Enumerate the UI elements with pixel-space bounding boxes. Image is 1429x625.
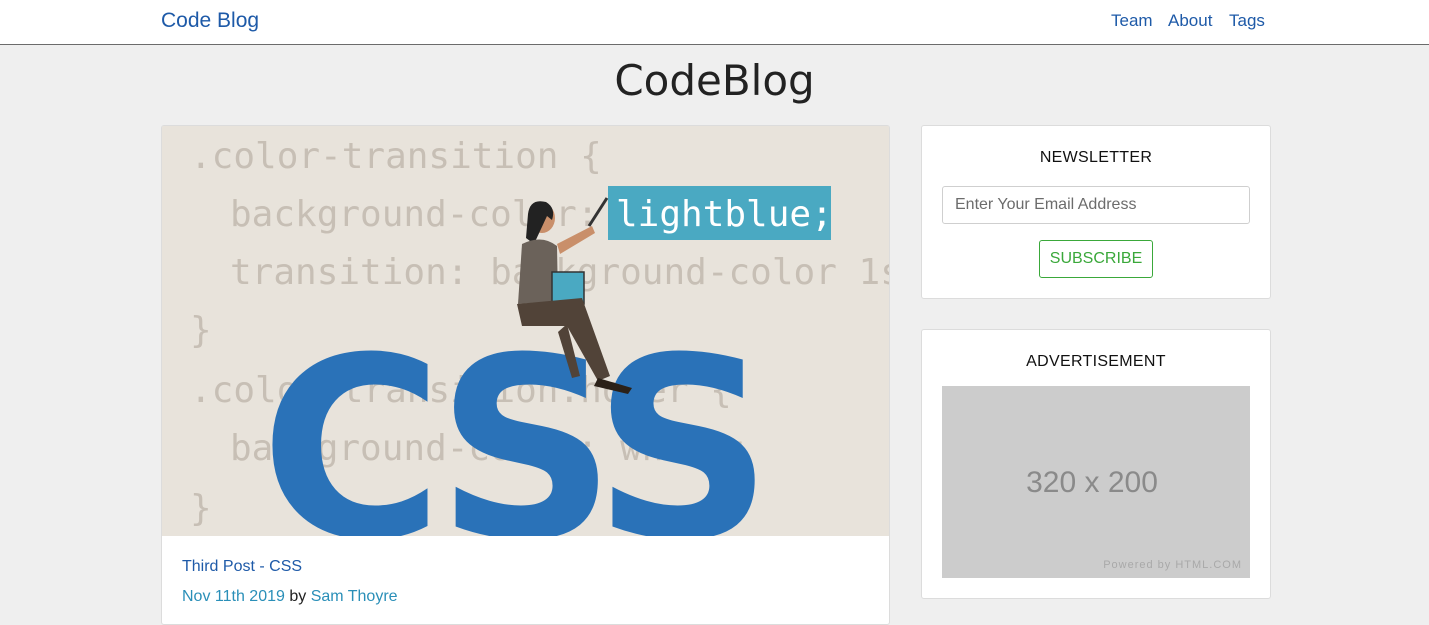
top-navbar: Code Blog Team About Tags: [0, 0, 1429, 45]
nav-link-team[interactable]: Team: [1111, 11, 1153, 31]
post-date-link[interactable]: Nov 11th 2019: [182, 588, 285, 605]
newsletter-heading: NEWSLETTER: [1039, 149, 1153, 166]
post-card: .color-transition { background-color: tr…: [161, 125, 890, 625]
code-line-8: }: [190, 488, 212, 529]
css-big-text: CSS: [260, 304, 761, 536]
post-meta: Nov 11th 2019 by Sam Thoyre: [182, 588, 398, 606]
ad-placeholder[interactable]: 320 x 200 Powered by HTML.COM: [942, 386, 1250, 578]
post-image[interactable]: .color-transition { background-color: tr…: [162, 126, 889, 536]
css-illustration: .color-transition { background-color: tr…: [162, 126, 889, 536]
code-line-5: }: [190, 310, 212, 351]
site-title: CodeBlog: [614, 56, 815, 105]
nav-link-about[interactable]: About: [1168, 11, 1212, 31]
brand-link[interactable]: Code Blog: [161, 9, 259, 33]
subscribe-button[interactable]: SUBSCRIBE: [1039, 240, 1153, 278]
code-line-1: .color-transition {: [190, 136, 602, 177]
post-by-text: by: [289, 588, 307, 605]
nav-link-tags[interactable]: Tags: [1229, 11, 1265, 31]
ad-powered-text: Powered by HTML.COM: [1103, 559, 1242, 571]
post-author-link[interactable]: Sam Thoyre: [311, 588, 398, 605]
newsletter-card: NEWSLETTER SUBSCRIBE: [921, 125, 1271, 299]
advertisement-heading: ADVERTISEMENT: [1026, 353, 1166, 370]
advertisement-card: ADVERTISEMENT 320 x 200 Powered by HTML.…: [921, 329, 1271, 599]
ad-size-text: 320 x 200: [1026, 466, 1158, 499]
email-input[interactable]: [942, 186, 1250, 224]
code-highlight: lightblue;: [616, 194, 833, 235]
post-title-link[interactable]: Third Post - CSS: [182, 558, 302, 576]
